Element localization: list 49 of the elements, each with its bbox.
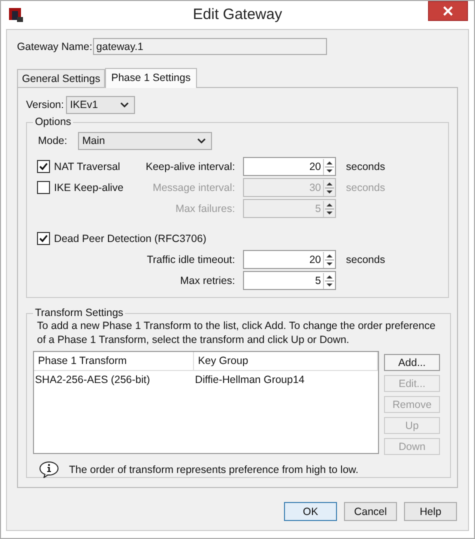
description-text: To add a new Phase 1 Transform to the list, click Add. To change the order preference of a Phase 1 Transform, select the transform and click Up or Down. xyxy=(37,319,436,347)
unit-label: seconds xyxy=(345,160,386,172)
group-title: Transform Settings xyxy=(34,307,124,319)
checkbox-label: NAT Traversal xyxy=(54,160,120,172)
mode-dropdown[interactable]: Main xyxy=(78,132,212,150)
tab[interactable]: General Settings xyxy=(17,69,106,87)
field-label: Max failures: xyxy=(174,202,236,214)
field-label: Keep-alive interval: xyxy=(144,160,236,172)
spinner-field[interactable]: 20 xyxy=(243,250,336,269)
column-header[interactable]: Key Group xyxy=(194,352,378,370)
spinner-arrows-icon xyxy=(325,200,334,216)
dialog-button[interactable]: Help xyxy=(404,502,457,521)
table-cell[interactable]: SHA2-256-AES (256-bit) xyxy=(34,371,194,389)
spinner-arrows-icon xyxy=(325,180,334,196)
column-header[interactable]: Phase 1 Transform xyxy=(34,352,194,370)
window-title: Edit Gateway xyxy=(192,6,284,23)
checkbox-label: Dead Peer Detection (RFC3706) xyxy=(54,232,206,244)
chevron-icon xyxy=(197,138,206,144)
spinner-field[interactable]: 5 xyxy=(243,271,336,290)
field-label: Mode: xyxy=(38,135,68,147)
field-label: Gateway Name: xyxy=(17,40,92,52)
dialog-button[interactable]: Cancel xyxy=(344,502,397,521)
spinner-field[interactable]: 20 xyxy=(243,157,336,176)
tab[interactable]: Phase 1 Settings xyxy=(105,68,197,88)
unit-label: seconds xyxy=(345,254,386,266)
close-button[interactable] xyxy=(428,1,468,21)
spinner-arrows-icon xyxy=(325,158,334,174)
checkbox[interactable] xyxy=(37,181,50,194)
table-cell[interactable]: Diffie-Hellman Group14 xyxy=(194,371,378,389)
field-label: Version: xyxy=(26,99,64,111)
app-icon xyxy=(9,8,23,22)
version-dropdown[interactable]: IKEv1 xyxy=(66,96,135,114)
gateway-name-field[interactable]: gateway.1 xyxy=(93,38,328,55)
spinner-arrows-icon xyxy=(325,272,334,288)
spinner-arrows-icon xyxy=(325,252,334,268)
field-label: Message interval: xyxy=(152,182,236,194)
unit-label: seconds xyxy=(345,182,386,194)
note-text: The order of transform represents preference from high to low. xyxy=(69,464,358,476)
dialog-button[interactable]: OK xyxy=(284,502,337,521)
chevron-icon xyxy=(120,102,129,108)
info-icon xyxy=(39,461,59,478)
group-title: Options xyxy=(34,116,72,128)
transform-button[interactable]: Add... xyxy=(384,354,440,371)
field-label: Max retries: xyxy=(179,274,236,286)
field-label: Traffic idle timeout: xyxy=(146,254,236,266)
checkbox-label: IKE Keep-alive xyxy=(54,182,124,194)
close-icon xyxy=(443,6,453,16)
checkbox[interactable] xyxy=(37,160,50,173)
checkbox[interactable] xyxy=(37,232,50,245)
